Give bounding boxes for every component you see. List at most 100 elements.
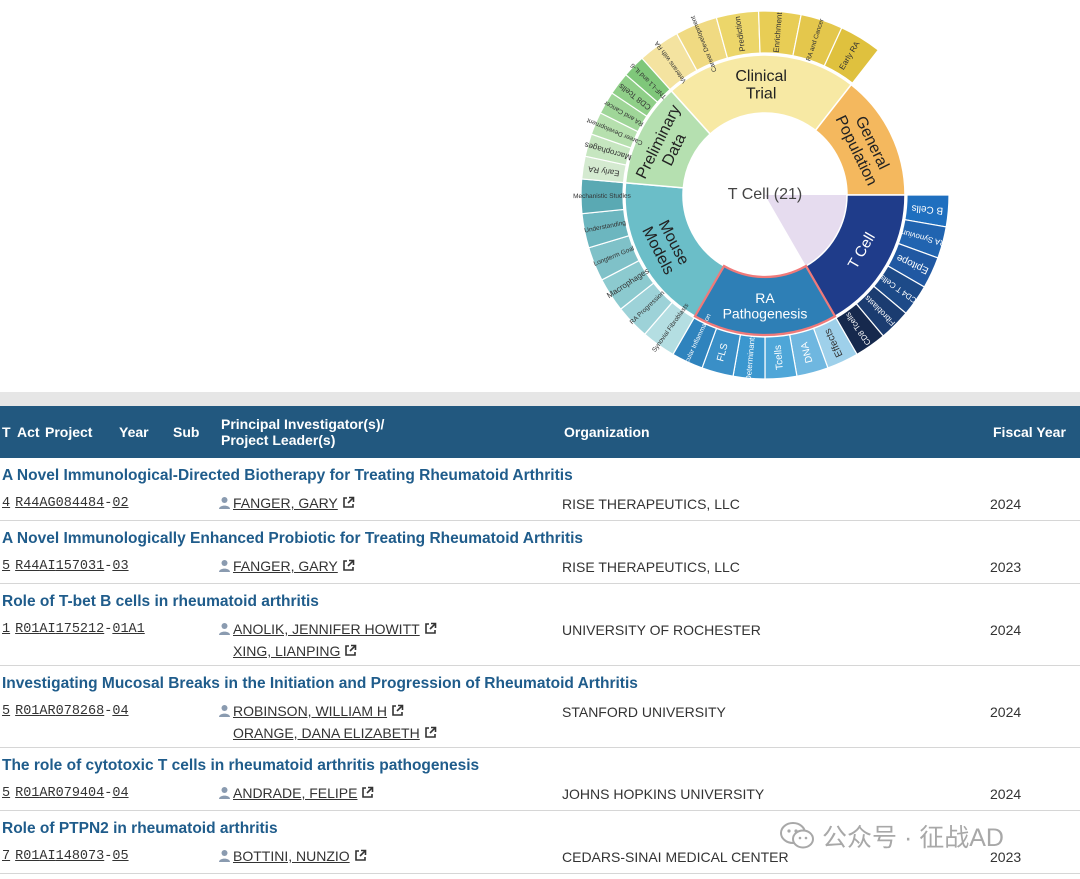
project-ic[interactable]: AG bbox=[39, 496, 55, 511]
project-number[interactable]: 7 R01AI148073-05 bbox=[2, 849, 129, 864]
watermark: 公众号 · 征战AD bbox=[780, 818, 1004, 854]
principal-investigators: FANGER, GARY bbox=[218, 558, 355, 574]
external-link-icon[interactable] bbox=[344, 644, 357, 657]
project-ic[interactable]: AR bbox=[39, 704, 55, 719]
person-icon bbox=[219, 850, 230, 862]
organization: JOHNS HOPKINS UNIVERSITY bbox=[562, 786, 765, 802]
header-year[interactable]: Year bbox=[119, 406, 149, 458]
project-activity[interactable]: R01 bbox=[15, 704, 39, 719]
organization: STANFORD UNIVERSITY bbox=[562, 704, 726, 720]
principal-investigators: ANDRADE, FELIPE bbox=[218, 785, 374, 801]
project-type[interactable]: 5 bbox=[2, 786, 10, 801]
pi-link[interactable]: ORANGE, DANA ELIZABETH bbox=[233, 725, 420, 741]
wechat-logo-icon bbox=[780, 822, 814, 849]
project-title-link[interactable]: Role of PTPN2 in rheumatoid arthritis bbox=[2, 820, 278, 838]
sunburst-subsegment-label: Mechanistic Studies bbox=[573, 193, 632, 200]
header-pi-line1: Principal Investigator(s)/ bbox=[221, 416, 385, 432]
project-ic[interactable]: AI bbox=[39, 849, 55, 864]
sunburst-subsegment-label: Tcells bbox=[773, 344, 786, 370]
pi-link[interactable]: BOTTINI, NUNZIO bbox=[233, 848, 350, 864]
organization: RISE THERAPEUTICS, LLC bbox=[562, 496, 740, 512]
external-link-icon[interactable] bbox=[342, 559, 355, 572]
person-icon bbox=[219, 497, 230, 509]
project-serial[interactable]: 084484 bbox=[56, 496, 105, 511]
table-row: Role of T-bet B cells in rheumatoid arth… bbox=[0, 584, 1080, 666]
sunburst-center-label: T Cell (21) bbox=[728, 186, 802, 203]
pi-link[interactable]: XING, LIANPING bbox=[233, 643, 340, 659]
header-fiscal-year[interactable]: Fiscal Year bbox=[993, 406, 1066, 458]
header-sub[interactable]: Sub bbox=[173, 406, 199, 458]
project-sub[interactable]: 05 bbox=[112, 849, 128, 864]
project-serial[interactable]: 157031 bbox=[56, 559, 105, 574]
fiscal-year: 2023 bbox=[990, 559, 1022, 575]
project-title-link[interactable]: The role of cytotoxic T cells in rheumat… bbox=[2, 757, 479, 775]
project-ic[interactable]: AI bbox=[39, 559, 55, 574]
organization: UNIVERSITY OF ROCHESTER bbox=[562, 622, 761, 638]
pi-link[interactable]: ANDRADE, FELIPE bbox=[233, 785, 357, 801]
external-link-icon[interactable] bbox=[361, 786, 374, 799]
external-link-icon[interactable] bbox=[424, 726, 437, 739]
header-pi[interactable]: Principal Investigator(s)/ Project Leade… bbox=[221, 406, 384, 458]
person-icon bbox=[219, 623, 230, 635]
person-icon bbox=[219, 705, 230, 717]
project-title-link[interactable]: Investigating Mucosal Breaks in the Init… bbox=[2, 675, 638, 693]
project-number[interactable]: 1 R01AI175212-01A1 bbox=[2, 622, 145, 637]
header-act[interactable]: Act bbox=[17, 406, 40, 458]
project-title-link[interactable]: A Novel Immunological-Directed Biotherap… bbox=[2, 467, 573, 485]
project-activity[interactable]: R01 bbox=[15, 849, 39, 864]
header-type[interactable]: T bbox=[2, 406, 11, 458]
external-link-icon[interactable] bbox=[354, 849, 367, 862]
project-sub[interactable]: 04 bbox=[112, 786, 128, 801]
project-sub[interactable]: 04 bbox=[112, 704, 128, 719]
fiscal-year: 2024 bbox=[990, 704, 1022, 720]
pi-link[interactable]: FANGER, GARY bbox=[233, 495, 338, 511]
project-serial[interactable]: 079404 bbox=[56, 786, 105, 801]
table-header: T Act Project Year Sub Principal Investi… bbox=[0, 406, 1080, 458]
pi-link[interactable]: ANOLIK, JENNIFER HOWITT bbox=[233, 621, 420, 637]
project-type[interactable]: 4 bbox=[2, 496, 10, 511]
project-serial[interactable]: 148073 bbox=[56, 849, 105, 864]
table-row: A Novel Immunological-Directed Biotherap… bbox=[0, 458, 1080, 521]
project-number[interactable]: 5 R01AR078268-04 bbox=[2, 704, 129, 719]
header-organization[interactable]: Organization bbox=[564, 406, 650, 458]
pi-link[interactable]: FANGER, GARY bbox=[233, 558, 338, 574]
organization: RISE THERAPEUTICS, LLC bbox=[562, 559, 740, 575]
sunburst-chart: Veterans with RA Career Development Predic… bbox=[573, 10, 950, 381]
table-row: Investigating Mucosal Breaks in the Init… bbox=[0, 666, 1080, 748]
pi-link[interactable]: ROBINSON, WILLIAM H bbox=[233, 703, 387, 719]
project-activity[interactable]: R44 bbox=[15, 559, 39, 574]
project-sub[interactable]: 03 bbox=[112, 559, 128, 574]
external-link-icon[interactable] bbox=[424, 622, 437, 635]
project-number[interactable]: 4 R44AG084484-02 bbox=[2, 496, 129, 511]
project-type[interactable]: 7 bbox=[2, 849, 10, 864]
project-sub[interactable]: 02 bbox=[112, 496, 128, 511]
principal-investigators: ROBINSON, WILLIAM H ORANGE, DANA ELIZABET… bbox=[218, 703, 437, 741]
organization: CEDARS-SINAI MEDICAL CENTER bbox=[562, 849, 789, 865]
watermark-text: 公众号 · 征战AD bbox=[822, 824, 1004, 852]
external-link-icon[interactable] bbox=[391, 704, 404, 717]
principal-investigators: FANGER, GARY bbox=[218, 495, 355, 511]
project-activity[interactable]: R01 bbox=[15, 622, 39, 637]
project-number[interactable]: 5 R44AI157031-03 bbox=[2, 559, 129, 574]
header-project[interactable]: Project bbox=[45, 406, 92, 458]
project-ic[interactable]: AI bbox=[39, 622, 55, 637]
project-type[interactable]: 5 bbox=[2, 704, 10, 719]
project-type[interactable]: 1 bbox=[2, 622, 10, 637]
external-link-icon[interactable] bbox=[342, 496, 355, 509]
table-row: A Novel Immunologically Enhanced Probiot… bbox=[0, 521, 1080, 584]
project-serial[interactable]: 078268 bbox=[56, 704, 105, 719]
project-title-link[interactable]: A Novel Immunologically Enhanced Probiot… bbox=[2, 530, 583, 548]
project-activity[interactable]: R01 bbox=[15, 786, 39, 801]
project-title-link[interactable]: Role of T-bet B cells in rheumatoid arth… bbox=[2, 593, 319, 611]
fiscal-year: 2024 bbox=[990, 786, 1022, 802]
table-row: The role of cytotoxic T cells in rheumat… bbox=[0, 748, 1080, 811]
project-activity[interactable]: R44 bbox=[15, 496, 39, 511]
project-sub[interactable]: 01A1 bbox=[112, 622, 144, 637]
fiscal-year: 2024 bbox=[990, 496, 1022, 512]
project-number[interactable]: 5 R01AR079404-04 bbox=[2, 786, 129, 801]
fiscal-year: 2024 bbox=[990, 622, 1022, 638]
principal-investigators: ANOLIK, JENNIFER HOWITT XING, LIANPING bbox=[218, 621, 437, 659]
project-ic[interactable]: AR bbox=[39, 786, 55, 801]
project-type[interactable]: 5 bbox=[2, 559, 10, 574]
project-serial[interactable]: 175212 bbox=[56, 622, 105, 637]
